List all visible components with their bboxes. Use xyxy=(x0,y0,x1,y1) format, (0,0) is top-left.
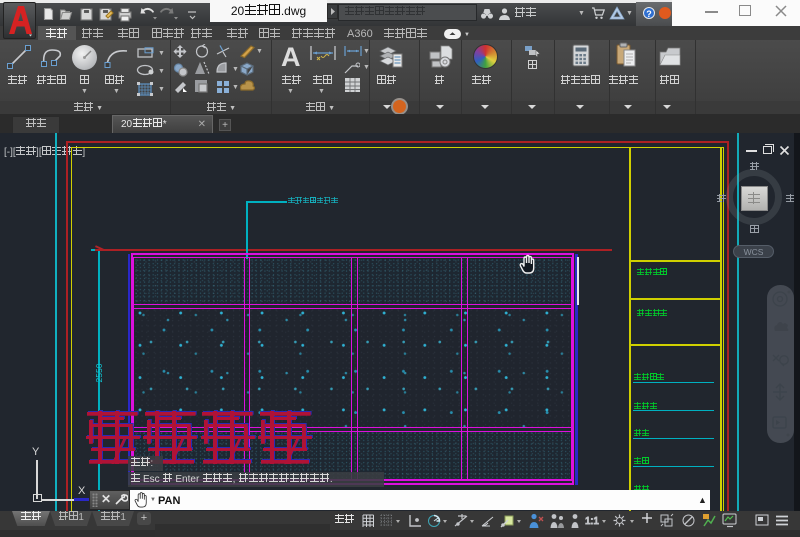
svg-text:1:1: 1:1 xyxy=(585,516,599,527)
